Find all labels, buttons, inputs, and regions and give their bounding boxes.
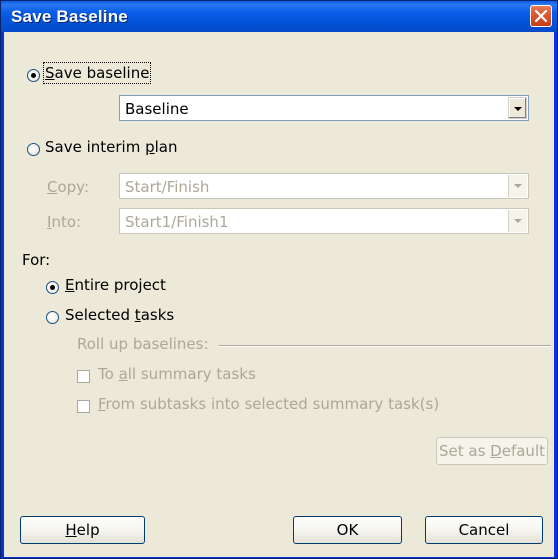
roll-up-divider	[219, 345, 551, 347]
to-all-summary-label[interactable]: To all summary tasks	[98, 365, 256, 383]
into-label: Into:	[47, 213, 81, 231]
help-key: H	[65, 521, 77, 539]
interim-label-pre: Save interim	[45, 138, 146, 156]
entire-project-label[interactable]: Entire project	[65, 276, 166, 294]
baseline-select-value: Baseline	[125, 100, 189, 118]
selected-tasks-radio[interactable]	[46, 311, 59, 324]
dialog-title: Save Baseline	[11, 7, 128, 26]
into-select-value: Start1/Finish1	[125, 213, 229, 231]
cancel-button[interactable]: Cancel	[425, 516, 543, 544]
for-label: For:	[22, 251, 51, 269]
set-default-post: efault	[501, 442, 545, 460]
chevron-down-icon[interactable]	[508, 175, 527, 197]
chevron-down-icon[interactable]	[508, 97, 527, 119]
entire-project-radio[interactable]	[46, 281, 59, 294]
set-default-pre: Set as	[438, 442, 491, 460]
chevron-down-icon[interactable]	[508, 210, 527, 232]
to-all-label-pre: To	[98, 365, 119, 383]
selected-tasks-label[interactable]: Selected tasks	[65, 306, 174, 324]
title-bar[interactable]: Save Baseline	[1, 1, 557, 32]
to-all-label-post: ll summary tasks	[127, 365, 256, 383]
save-interim-plan-label[interactable]: Save interim plan	[45, 138, 178, 156]
set-as-default-button[interactable]: Set as Default	[436, 437, 548, 465]
into-label-post: nto:	[51, 213, 82, 231]
help-post: elp	[76, 521, 100, 539]
set-default-key: D	[490, 442, 502, 460]
save-baseline-radio[interactable]	[27, 69, 40, 82]
to-all-summary-checkbox[interactable]	[77, 370, 90, 383]
from-sub-label-key: F	[98, 395, 106, 413]
from-sub-label-post: rom subtasks into selected summary task(…	[105, 395, 440, 413]
interim-label-post: lan	[154, 138, 178, 156]
baseline-select[interactable]: Baseline	[119, 95, 529, 121]
entire-label-post: ntire project	[74, 276, 166, 294]
save-baseline-dialog: Save Baseline Save baseline Baseline Sav…	[0, 0, 558, 559]
help-button[interactable]: Help	[20, 516, 145, 544]
to-all-label-key: a	[118, 365, 128, 383]
from-subtasks-checkbox[interactable]	[77, 400, 90, 413]
copy-label: Copy:	[47, 178, 89, 196]
interim-label-key: p	[145, 138, 155, 156]
from-subtasks-label[interactable]: From subtasks into selected summary task…	[98, 395, 439, 413]
selected-label-post: asks	[140, 306, 175, 324]
close-button[interactable]	[530, 5, 552, 27]
save-baseline-label[interactable]: Save baseline	[42, 62, 152, 84]
dialog-body: Save baseline Baseline Save interim plan…	[4, 32, 554, 557]
save-baseline-label-key: S	[45, 64, 55, 82]
copy-label-key: C	[47, 178, 58, 196]
ok-button[interactable]: OK	[293, 516, 402, 544]
close-icon	[535, 10, 547, 22]
copy-select-value: Start/Finish	[125, 178, 210, 196]
cancel-label: Cancel	[458, 521, 510, 539]
selected-label-pre: Selected	[65, 306, 135, 324]
save-interim-plan-radio[interactable]	[27, 143, 40, 156]
into-select[interactable]: Start1/Finish1	[119, 208, 529, 234]
save-baseline-label-post: ave baseline	[54, 64, 150, 82]
ok-label: OK	[336, 521, 359, 539]
copy-select[interactable]: Start/Finish	[119, 173, 529, 199]
copy-label-post: opy:	[57, 178, 90, 196]
roll-up-label: Roll up baselines:	[77, 335, 209, 353]
